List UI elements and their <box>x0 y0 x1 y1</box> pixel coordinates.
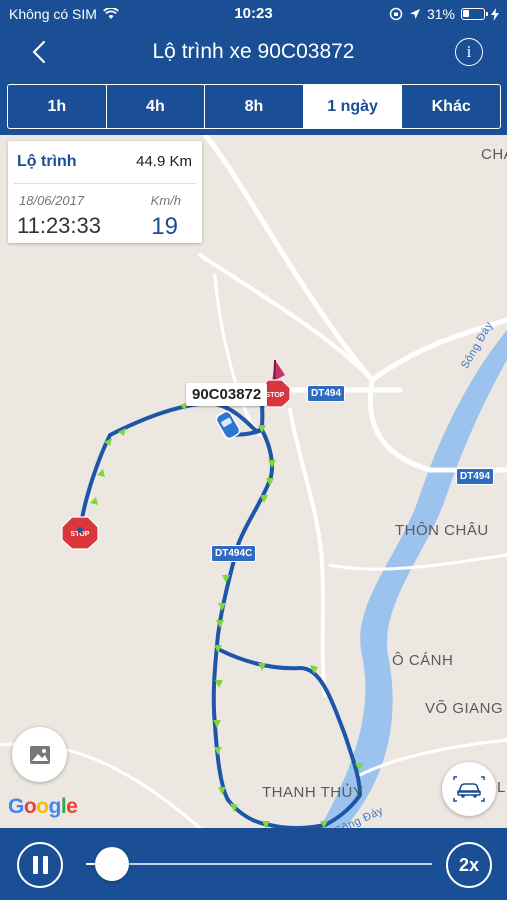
pause-icon <box>32 856 38 874</box>
route-info-card: Lộ trình 44.9 Km 18/06/2017 Km/h 11:23:3… <box>8 141 202 243</box>
google-logo: Google <box>8 795 78 818</box>
svg-text:STOP: STOP <box>266 392 285 399</box>
nav-bar: Lộ trình xe 90C03872 i <box>0 30 507 74</box>
follow-vehicle-button[interactable] <box>442 762 496 816</box>
header: Không có SIM 10:23 31% Lộ trình xe 90C03… <box>0 0 507 135</box>
place-label: THANH THỦY <box>262 784 364 801</box>
tab-label: 1 ngày <box>327 97 378 115</box>
place-label: Ô CÁNH <box>392 652 454 669</box>
road-badge: DT494 <box>456 468 495 485</box>
rotation-lock-icon <box>389 7 403 21</box>
place-label: L <box>497 779 506 796</box>
page-title: Lộ trình xe 90C03872 <box>152 40 355 63</box>
road-badge: DT494C <box>211 545 257 562</box>
route-distance-value: 44.9 Km <box>136 153 192 170</box>
playback-bar: 2x <box>0 828 507 900</box>
map-view[interactable]: STOP STOP CHA THÔN CHÂU Ô CÁNH VÕ GIANG … <box>0 135 507 828</box>
charging-icon <box>491 7 499 21</box>
record-date: 18/06/2017 <box>19 193 85 208</box>
pause-button[interactable] <box>17 842 63 888</box>
status-right: 31% <box>389 6 499 22</box>
place-label: CHA <box>481 146 507 163</box>
info-button[interactable]: i <box>455 38 483 66</box>
river <box>320 330 507 828</box>
tab-1-day[interactable]: 1 ngày <box>303 85 403 128</box>
battery-percent: 31% <box>426 6 455 22</box>
speed-unit: Km/h <box>150 193 181 208</box>
tab-label: 1h <box>47 97 67 115</box>
playback-speed-button[interactable]: 2x <box>446 842 492 888</box>
speed-value: 19 <box>151 213 178 240</box>
image-icon <box>29 745 50 764</box>
route-line <box>78 398 362 828</box>
vehicle-plate-tag[interactable]: 90C03872 <box>186 383 268 406</box>
car-icon <box>453 776 485 802</box>
route-start-point <box>77 527 83 533</box>
tab-4h[interactable]: 4h <box>107 85 206 128</box>
battery-fill <box>463 10 470 17</box>
status-bar: Không có SIM 10:23 31% <box>0 0 507 28</box>
time-range-tabs: 1h 4h 8h 1 ngày Khác <box>7 84 501 129</box>
place-label: THÔN CHÂU <box>395 522 489 539</box>
battery-icon <box>461 8 488 20</box>
slider-thumb[interactable] <box>94 847 129 881</box>
route-distance-label: Lộ trình <box>17 153 77 170</box>
info-icon: i <box>466 42 472 61</box>
place-label: VÕ GIANG <box>425 700 504 717</box>
playback-slider[interactable] <box>86 863 432 865</box>
tab-label: 8h <box>244 97 264 115</box>
divider <box>14 183 196 184</box>
pause-icon <box>42 856 48 874</box>
map-layer-button[interactable] <box>12 727 67 782</box>
location-arrow-icon <box>409 9 420 19</box>
tab-1h[interactable]: 1h <box>8 85 107 128</box>
tab-label: Khác <box>431 97 471 115</box>
tab-label: 4h <box>146 97 165 115</box>
tab-8h[interactable]: 8h <box>205 85 304 128</box>
tab-other[interactable]: Khác <box>402 85 500 128</box>
record-time: 11:23:33 <box>17 213 102 238</box>
road-badge: DT494 <box>307 385 346 402</box>
